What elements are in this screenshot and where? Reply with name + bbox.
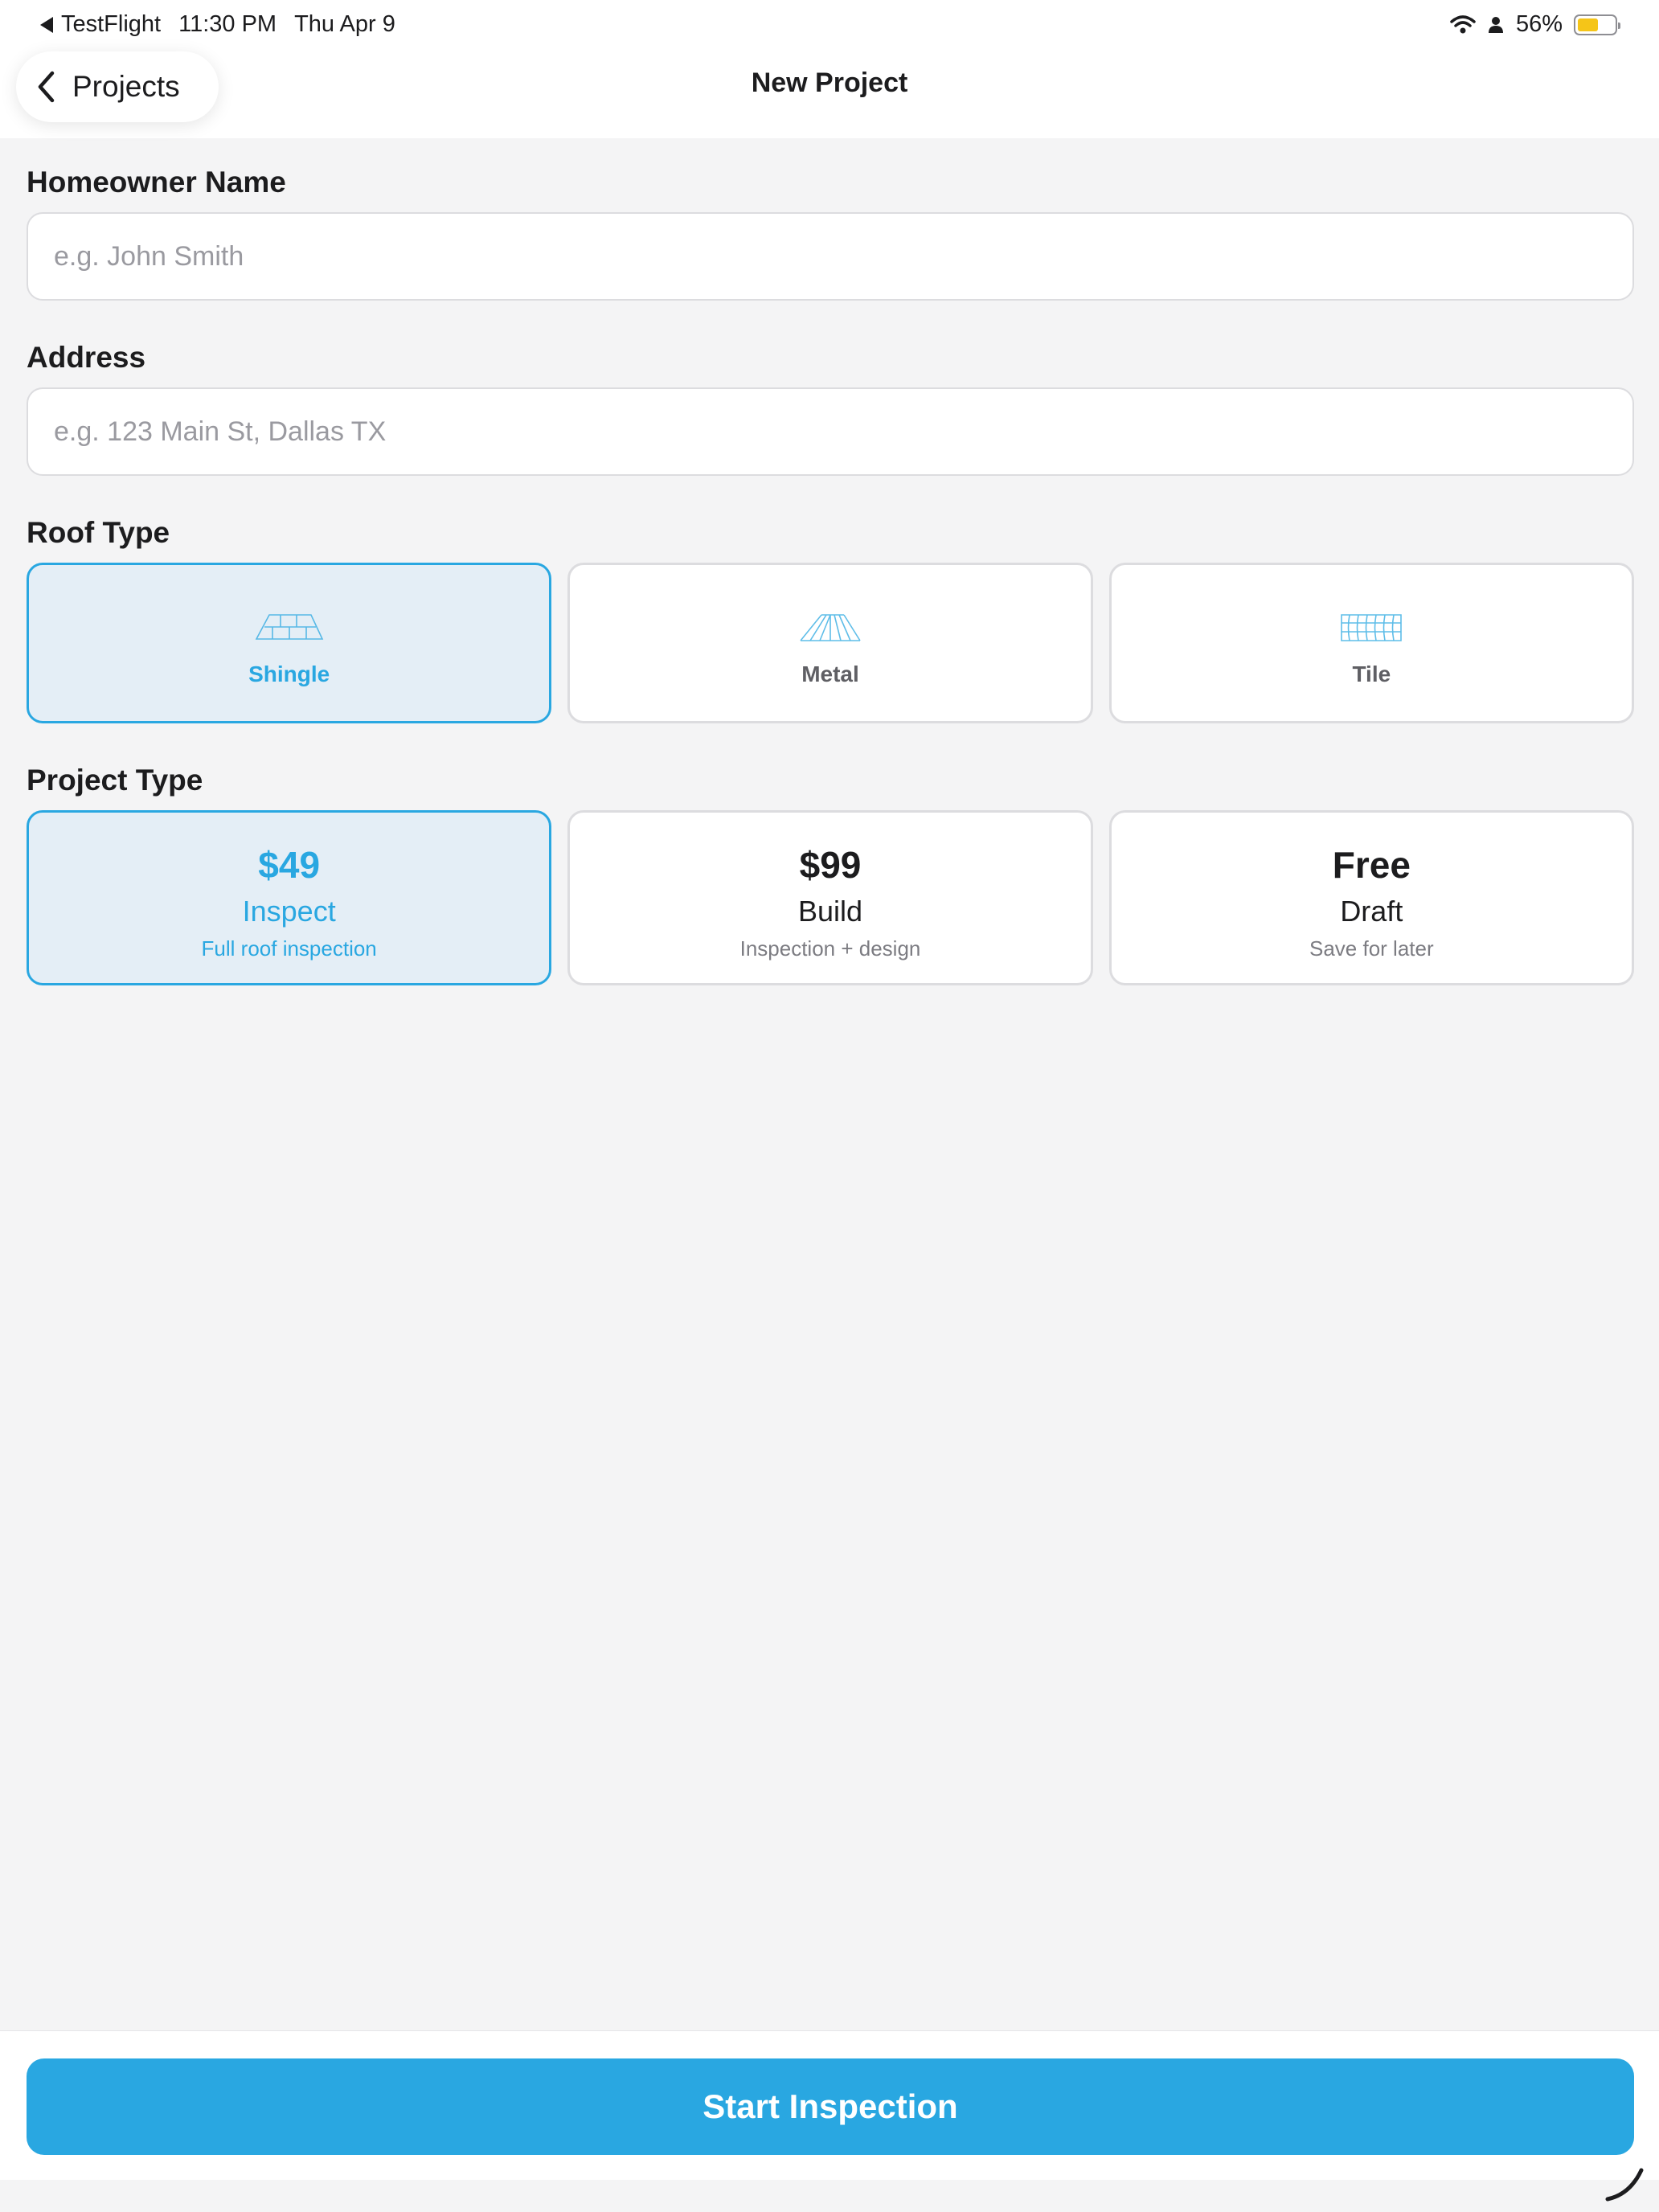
status-right: 56% [1450,11,1620,38]
status-left: TestFlight 11:30 PM Thu Apr 9 [40,11,395,38]
page-title: New Project [751,68,908,98]
status-time: 11:30 PM [178,11,277,37]
start-inspection-button[interactable]: Start Inspection [27,2058,1634,2155]
project-option-price: $99 [799,844,862,886]
roof-option-label: Tile [1352,662,1391,686]
person-icon [1488,16,1503,33]
project-option-build[interactable]: $99 Build Inspection + design [567,810,1093,985]
battery-percent: 56% [1515,11,1563,37]
roof-option-metal[interactable]: Metal [567,563,1093,723]
status-bar: TestFlight 11:30 PM Thu Apr 9 56% [0,0,1659,51]
roof-type-label: Roof Type [27,516,170,549]
roof-type-options: Shingle Metal Tile [27,563,1634,723]
project-type-label: Project Type [27,764,203,797]
project-option-name: Draft [1340,895,1403,928]
project-option-name: Inspect [242,895,336,928]
battery-icon [1574,14,1620,35]
tile-roof-icon [1341,614,1403,641]
bottom-action-bar: Start Inspection [0,2030,1659,2180]
top-header: TestFlight 11:30 PM Thu Apr 9 56% Projec… [0,0,1659,138]
address-label: Address [27,341,146,374]
back-to-app-label[interactable]: TestFlight [61,11,161,38]
homeowner-name-label: Homeowner Name [27,166,286,199]
project-option-price: $49 [258,844,321,886]
project-option-description: Inspection + design [739,936,921,961]
roof-option-shingle[interactable]: Shingle [27,563,552,723]
project-option-inspect[interactable]: $49 Inspect Full roof inspection [27,810,552,985]
battery-level [1578,18,1598,31]
back-triangle-icon[interactable] [40,16,53,33]
roof-option-label: Shingle [248,662,330,686]
scribble-indicator-icon [1605,2168,1644,2202]
metal-roof-icon [800,614,861,641]
project-option-description: Save for later [1309,936,1434,961]
project-option-draft[interactable]: Free Draft Save for later [1108,810,1634,985]
wifi-icon [1450,14,1476,33]
project-option-price: Free [1332,844,1411,886]
homeowner-name-input[interactable] [27,212,1634,301]
status-date: Thu Apr 9 [294,11,395,37]
project-type-options: $49 Inspect Full roof inspection $99 Bui… [27,810,1634,985]
address-input[interactable] [27,387,1634,476]
roof-option-label: Metal [801,662,859,686]
shingle-roof-icon [255,614,323,640]
roof-option-tile[interactable]: Tile [1108,563,1634,723]
project-option-name: Build [797,895,863,928]
project-option-description: Full roof inspection [201,936,377,961]
